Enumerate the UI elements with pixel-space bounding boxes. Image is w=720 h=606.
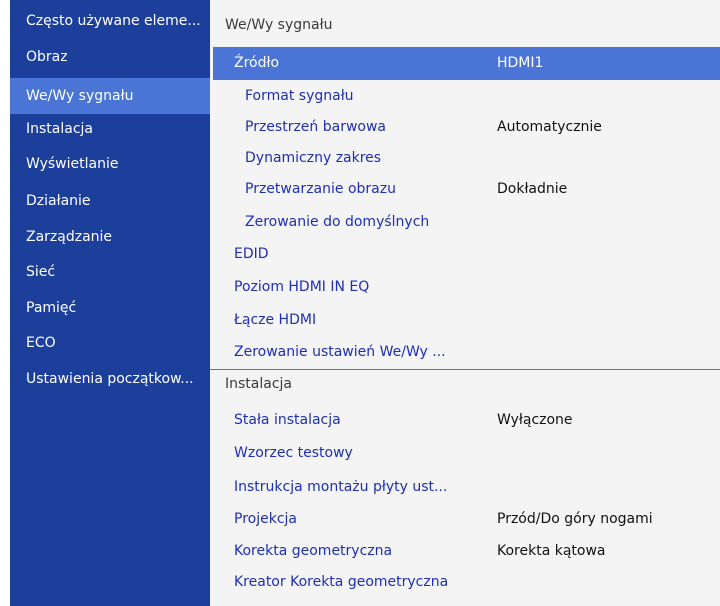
menu-item-color-space[interactable]: Przestrzeń barwowa Automatycznie <box>213 111 720 144</box>
sidebar-item-image[interactable]: Obraz <box>10 39 210 75</box>
menu-item-label: Poziom HDMI IN EQ <box>234 279 370 295</box>
menu-item-geometry-correction-wizard[interactable]: Kreator Korekta geometryczna <box>213 566 720 599</box>
menu-item-label: Łącze HDMI <box>234 312 317 328</box>
sidebar-item-frequently-used[interactable]: Często używane eleme... <box>10 3 210 39</box>
sidebar-item-initial-settings[interactable]: Ustawienia początkow... <box>10 361 210 397</box>
sidebar-item-network[interactable]: Sieć <box>10 254 210 290</box>
menu-item-value: Automatycznie <box>497 119 602 135</box>
menu-item-label: Dynamiczny zakres <box>245 150 382 166</box>
menu-item-label: Format sygnału <box>245 88 354 104</box>
menu-item-hdmi-link[interactable]: Łącze HDMI <box>213 304 720 337</box>
menu-item-edid[interactable]: EDID <box>213 238 720 271</box>
sidebar-item-operation[interactable]: Działanie <box>10 183 210 219</box>
menu-item-label: Przetwarzanie obrazu <box>245 181 396 197</box>
group-header-signal-io: We/Wy sygnału <box>225 17 333 33</box>
menu-item-value: Wyłączone <box>497 412 573 428</box>
menu-item-value: HDMI1 <box>497 55 544 71</box>
menu-item-signal-format[interactable]: Format sygnału <box>213 80 720 113</box>
menu-item-label: Zerowanie do domyślnych <box>245 214 430 230</box>
group-header-installation: Instalacja <box>225 376 292 392</box>
menu-item-label: Korekta geometryczna <box>234 543 393 559</box>
menu-item-label: Źródło <box>234 55 280 71</box>
settings-panel: We/Wy sygnału Źródło HDMI1 Format sygnał… <box>210 0 720 606</box>
menu-item-projection[interactable]: Projekcja Przód/Do góry nogami <box>213 503 720 536</box>
menu-item-mounting-instructions[interactable]: Instrukcja montażu płyty ust... <box>213 471 720 504</box>
projector-menu: Często używane eleme... Obraz We/Wy sygn… <box>10 0 720 606</box>
menu-item-value: Korekta kątowa <box>497 543 606 559</box>
menu-item-label: Stała instalacja <box>234 412 341 428</box>
menu-item-hdmi-in-eq[interactable]: Poziom HDMI IN EQ <box>213 271 720 304</box>
menu-item-test-pattern[interactable]: Wzorzec testowy <box>213 437 720 470</box>
menu-item-source[interactable]: Źródło HDMI1 <box>213 47 720 80</box>
sidebar-item-management[interactable]: Zarządzanie <box>10 219 210 255</box>
sidebar-item-installation[interactable]: Instalacja <box>10 111 210 147</box>
menu-item-label: Projekcja <box>234 511 297 527</box>
menu-item-reset-defaults[interactable]: Zerowanie do domyślnych <box>213 206 720 239</box>
menu-item-fixed-installation[interactable]: Stała instalacja Wyłączone <box>213 404 720 437</box>
menu-item-label: Kreator Korekta geometryczna <box>234 574 449 590</box>
category-sidebar: Często używane eleme... Obraz We/Wy sygn… <box>10 0 210 606</box>
menu-item-image-processing[interactable]: Przetwarzanie obrazu Dokładnie <box>213 173 720 206</box>
sidebar-item-eco[interactable]: ECO <box>10 325 210 361</box>
menu-item-label: EDID <box>234 246 269 262</box>
sidebar-item-signal-io[interactable]: We/Wy sygnału <box>10 78 210 114</box>
menu-item-label: Wzorzec testowy <box>234 445 353 461</box>
sidebar-item-display[interactable]: Wyświetlanie <box>10 146 210 182</box>
menu-item-value: Dokładnie <box>497 181 568 197</box>
menu-item-label: Przestrzeń barwowa <box>245 119 387 135</box>
menu-item-value: Przód/Do góry nogami <box>497 511 653 527</box>
menu-item-label: Instrukcja montażu płyty ust... <box>234 479 448 495</box>
sidebar-item-memory[interactable]: Pamięć <box>10 290 210 326</box>
menu-item-geometry-correction[interactable]: Korekta geometryczna Korekta kątowa <box>213 535 720 568</box>
menu-item-dynamic-range[interactable]: Dynamiczny zakres <box>213 142 720 175</box>
